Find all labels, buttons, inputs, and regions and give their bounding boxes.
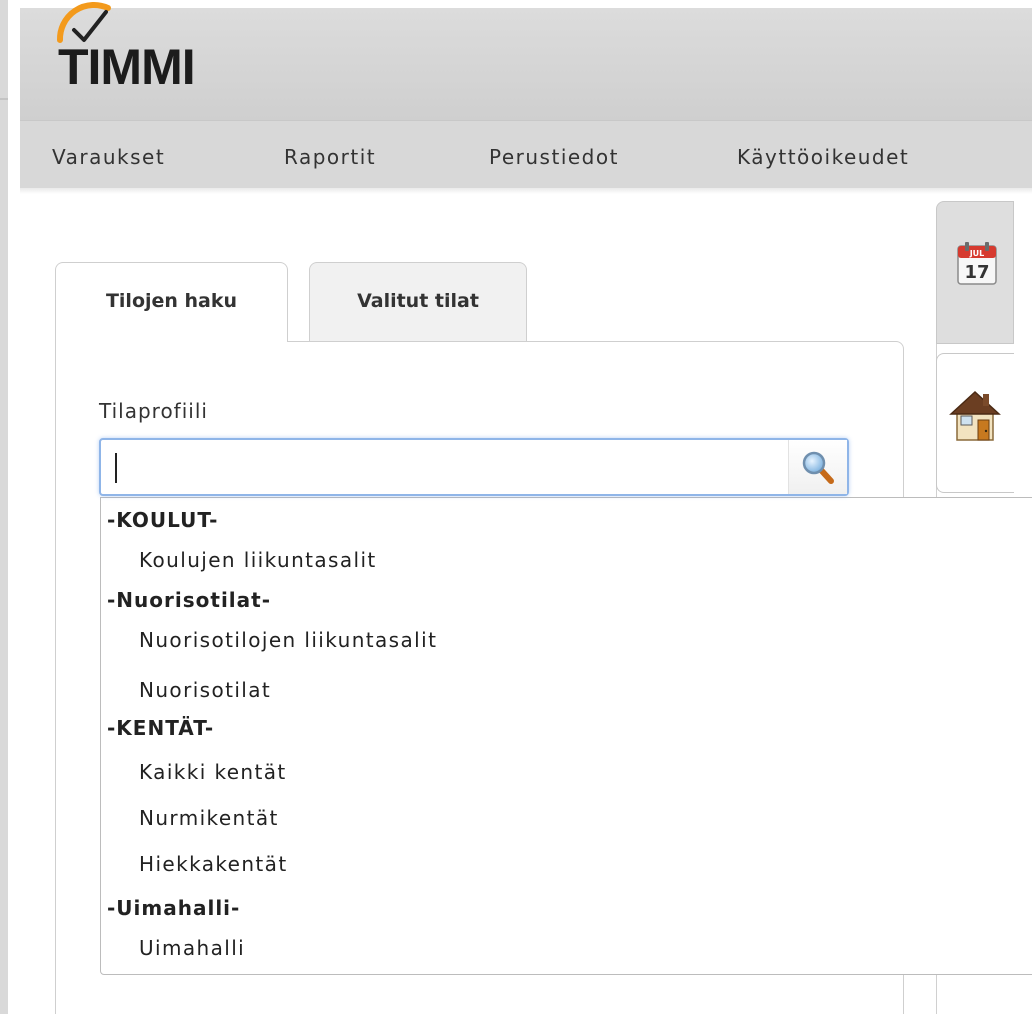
dropdown-group-header: -Nuorisotilat- (107, 588, 272, 612)
tab-tilojen-haku[interactable]: Tilojen haku (55, 262, 288, 342)
dropdown-group-header: -KOULUT- (107, 508, 219, 532)
calendar-month: JUL (969, 249, 985, 258)
dropdown-group-header: -KENTÄT- (107, 716, 215, 740)
autocomplete-dropdown: -KOULUT- Koulujen liikuntasalit -Nuoriso… (100, 497, 1032, 975)
text-caret (115, 453, 117, 483)
side-tab-calendar[interactable]: JUL 17 (936, 201, 1014, 344)
dropdown-item[interactable]: Hiekkakentät (139, 854, 288, 874)
dropdown-item[interactable]: Nuorisotilat (139, 680, 271, 700)
magnifier-icon (802, 451, 834, 484)
left-rail (0, 0, 8, 1014)
tab-valitut-tilat[interactable]: Valitut tilat (309, 262, 527, 342)
calendar-day: 17 (964, 262, 989, 283)
tilaprofiili-input[interactable] (107, 446, 787, 490)
dropdown-item[interactable]: Nuorisotilojen liikuntasalit (139, 630, 437, 650)
dropdown-item[interactable]: Koulujen liikuntasalit (139, 550, 377, 570)
tilaprofiili-search-box (99, 438, 849, 496)
main-nav: Varaukset Raportit Perustiedot Käyttöoik… (20, 120, 1032, 189)
tab-label: Tilojen haku (105, 290, 238, 312)
field-label-tilaprofiili: Tilaprofiili (99, 399, 208, 423)
house-icon (949, 390, 1001, 441)
dropdown-item[interactable]: Uimahalli (139, 938, 245, 958)
side-tab-home[interactable] (936, 353, 1014, 493)
nav-item-perustiedot[interactable]: Perustiedot (489, 147, 619, 167)
nav-item-kayttooikeudet[interactable]: Käyttöoikeudet (737, 147, 909, 167)
dropdown-item[interactable]: Nurmikentät (139, 808, 279, 828)
content-top-shadow (20, 188, 1032, 194)
nav-item-varaukset[interactable]: Varaukset (52, 147, 165, 167)
app-frame: TIMMI Varaukset Raportit Perustiedot Käy… (0, 0, 1032, 1014)
calendar-icon: JUL 17 (957, 242, 997, 285)
tab-label: Valitut tilat (357, 290, 479, 312)
dropdown-item[interactable]: Kaikki kentät (139, 762, 287, 782)
nav-item-raportit[interactable]: Raportit (284, 147, 376, 167)
left-rail-marker (0, 98, 8, 100)
search-button[interactable] (788, 440, 847, 494)
logo-text: TIMMI (58, 39, 196, 95)
dropdown-group-header: -Uimahalli- (107, 896, 241, 920)
